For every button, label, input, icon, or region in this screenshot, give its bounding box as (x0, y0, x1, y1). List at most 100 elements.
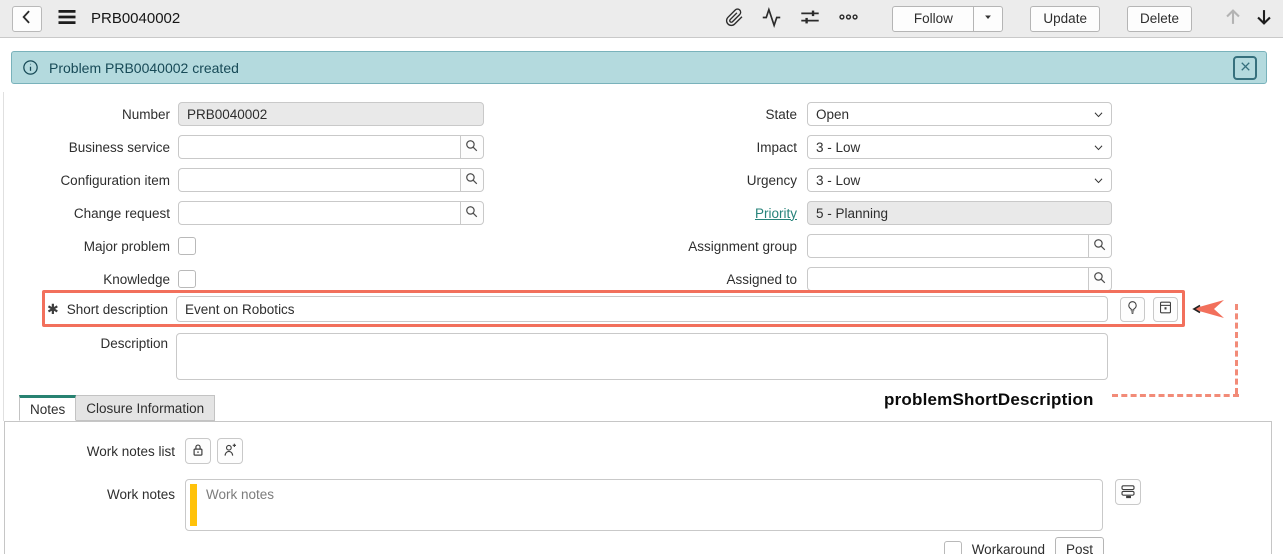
hamburger-icon (55, 5, 79, 32)
priority-link-label[interactable]: Priority (639, 206, 797, 221)
suggestion-button[interactable] (1120, 297, 1145, 322)
work-notes-lock-button[interactable] (185, 438, 211, 464)
field-row-work-notes-list: Work notes list (5, 438, 1271, 464)
record-header: PRB0040002 (0, 0, 1283, 38)
follow-button[interactable]: Follow (892, 6, 974, 32)
change-request-field[interactable] (178, 201, 461, 225)
form-right-column: State Open Impact 3 - Low Urgency (639, 102, 1112, 300)
configuration-item-field[interactable] (178, 168, 461, 192)
field-row-business-service: Business service (2, 135, 639, 159)
number-label: Number (2, 107, 170, 122)
field-row-major-problem: Major problem (2, 234, 639, 258)
field-row-urgency: Urgency 3 - Low (639, 168, 1112, 192)
person-plus-icon (221, 441, 239, 462)
activity-stream-button[interactable] (761, 7, 782, 31)
attachment-button[interactable] (725, 8, 744, 30)
work-notes-field-wrap (185, 479, 1103, 531)
field-row-knowledge: Knowledge (2, 267, 639, 291)
magnifier-icon (463, 137, 480, 157)
add-user-button[interactable] (217, 438, 243, 464)
lightbulb-icon (1124, 299, 1141, 319)
banner-close-button[interactable] (1233, 56, 1257, 80)
state-label: State (639, 107, 797, 122)
business-service-lookup-button[interactable] (460, 135, 484, 159)
field-row-change-request: Change request (2, 201, 639, 225)
update-button[interactable]: Update (1030, 6, 1100, 32)
tab-notes[interactable]: Notes (19, 395, 76, 421)
workaround-label: Workaround (972, 542, 1045, 554)
post-button[interactable]: Post (1055, 537, 1104, 554)
chevron-left-icon (17, 7, 37, 30)
major-problem-checkbox[interactable] (178, 237, 196, 255)
problem-record-page: PRB0040002 (0, 0, 1283, 554)
impact-label: Impact (639, 140, 797, 155)
arrow-down-icon (1253, 5, 1275, 32)
banner-message: Problem PRB0040002 created (49, 60, 239, 76)
notes-tab-panel: Work notes list Work notes (4, 421, 1272, 554)
more-options-button[interactable] (838, 8, 859, 29)
short-description-label: Short description (67, 302, 168, 317)
field-row-priority: Priority (639, 201, 1112, 225)
work-notes-label: Work notes (5, 479, 175, 531)
description-label: Description (0, 333, 168, 380)
field-row-state: State Open (639, 102, 1112, 126)
magnifier-icon (1091, 269, 1108, 289)
problem-form: Number Business service Configuration it… (0, 102, 1283, 380)
info-icon (21, 58, 40, 77)
impact-select[interactable]: 3 - Low (807, 135, 1112, 159)
description-field[interactable] (176, 333, 1108, 380)
field-row-short-description: ✱ Short description (0, 296, 1283, 322)
assigned-to-lookup-button[interactable] (1088, 267, 1112, 291)
change-request-label: Change request (2, 206, 170, 221)
next-record-button[interactable] (1253, 5, 1275, 32)
context-menu-button[interactable] (52, 5, 82, 33)
close-icon (1238, 59, 1253, 77)
form-tabs: Notes Closure Information (19, 395, 1283, 421)
back-button[interactable] (12, 6, 42, 32)
work-notes-list-label: Work notes list (5, 444, 175, 459)
follow-dropdown-button[interactable] (973, 6, 1003, 32)
assignment-group-field[interactable] (807, 234, 1089, 258)
arrow-up-icon (1222, 5, 1244, 32)
business-service-field[interactable] (178, 135, 461, 159)
urgency-value: 3 - Low (816, 173, 860, 188)
knowledge-search-button[interactable] (1153, 297, 1178, 322)
dots-icon (838, 8, 859, 29)
knowledge-checkbox[interactable] (178, 270, 196, 288)
short-description-field[interactable] (176, 296, 1108, 322)
work-notes-field[interactable] (198, 480, 1102, 530)
field-row-assigned-to: Assigned to (639, 267, 1112, 291)
change-request-lookup-button[interactable] (460, 201, 484, 225)
caret-down-icon (981, 10, 995, 27)
personalize-form-button[interactable] (799, 6, 821, 31)
configuration-item-label: Configuration item (2, 173, 170, 188)
urgency-label: Urgency (639, 173, 797, 188)
priority-field[interactable] (807, 201, 1112, 225)
state-select[interactable]: Open (807, 102, 1112, 126)
previous-record-button[interactable] (1222, 5, 1244, 32)
assigned-to-label: Assigned to (639, 272, 797, 287)
urgency-select[interactable]: 3 - Low (807, 168, 1112, 192)
assignment-group-lookup-button[interactable] (1088, 234, 1112, 258)
tab-closure-information[interactable]: Closure Information (76, 395, 215, 421)
number-field[interactable] (178, 102, 484, 126)
field-row-configuration-item: Configuration item (2, 168, 639, 192)
major-problem-label: Major problem (2, 239, 170, 254)
magnifier-icon (463, 170, 480, 190)
workaround-checkbox[interactable] (944, 541, 962, 554)
assigned-to-field[interactable] (807, 267, 1089, 291)
delete-button[interactable]: Delete (1127, 6, 1192, 32)
field-row-impact: Impact 3 - Low (639, 135, 1112, 159)
pulse-icon (761, 7, 782, 31)
business-service-label: Business service (2, 140, 170, 155)
field-row-assignment-group: Assignment group (639, 234, 1112, 258)
mandatory-indicator-icon: ✱ (47, 301, 59, 318)
field-row-work-notes: Work notes (5, 479, 1271, 531)
configuration-item-lookup-button[interactable] (460, 168, 484, 192)
field-row-number: Number (2, 102, 639, 126)
knowledge-label: Knowledge (2, 272, 170, 287)
sliders-icon (799, 6, 821, 31)
book-icon (1157, 299, 1174, 319)
header-actions: Follow Update Delete (725, 5, 1275, 32)
activity-stream-toggle-button[interactable] (1115, 479, 1141, 505)
